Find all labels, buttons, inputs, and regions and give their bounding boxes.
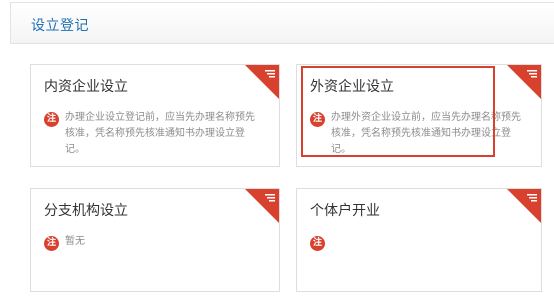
note-badge-icon: 注: [310, 236, 325, 251]
card-title: 外资企业设立: [310, 79, 394, 95]
card-title: 分支机构设立: [44, 203, 128, 219]
card-domestic-enterprise[interactable]: 内资企业设立 注 办理企业设立登记前，应当先办理名称预先核准，凭名称预先核准通知…: [30, 64, 280, 167]
menu-lines-icon: [245, 189, 279, 223]
note-badge-icon: 注: [44, 112, 59, 127]
card-foreign-enterprise[interactable]: 外资企业设立 注 办理外资企业设立前，应当先办理名称预先核准，凭名称预先核准通知…: [296, 64, 542, 167]
note-badge-icon: 注: [310, 112, 325, 127]
card-individual-business[interactable]: 个体户开业 注: [296, 188, 542, 292]
section-title: 设立登记: [31, 18, 89, 34]
card-note: 办理外资企业设立前，应当先办理名称预先核准，凭名称预先核准通知书办理设立登记。: [331, 112, 521, 155]
menu-lines-icon: [507, 65, 541, 99]
section-header: 设立登记: [10, 2, 554, 44]
card-note: 办理企业设立登记前，应当先办理名称预先核准，凭名称预先核准通知书办理设立登记。: [65, 112, 255, 155]
card-branch-office[interactable]: 分支机构设立 注 暂无: [30, 188, 280, 292]
menu-lines-icon: [245, 65, 279, 99]
card-title: 个体户开业: [310, 203, 380, 219]
card-note: 暂无: [65, 236, 85, 247]
page: 设立登记 内资企业设立 注 办理企业设立登记前，应当先办理名称预先核准，凭名称预…: [0, 0, 554, 300]
note-badge-icon: 注: [44, 236, 59, 251]
menu-lines-icon: [507, 189, 541, 223]
card-title: 内资企业设立: [44, 79, 128, 95]
